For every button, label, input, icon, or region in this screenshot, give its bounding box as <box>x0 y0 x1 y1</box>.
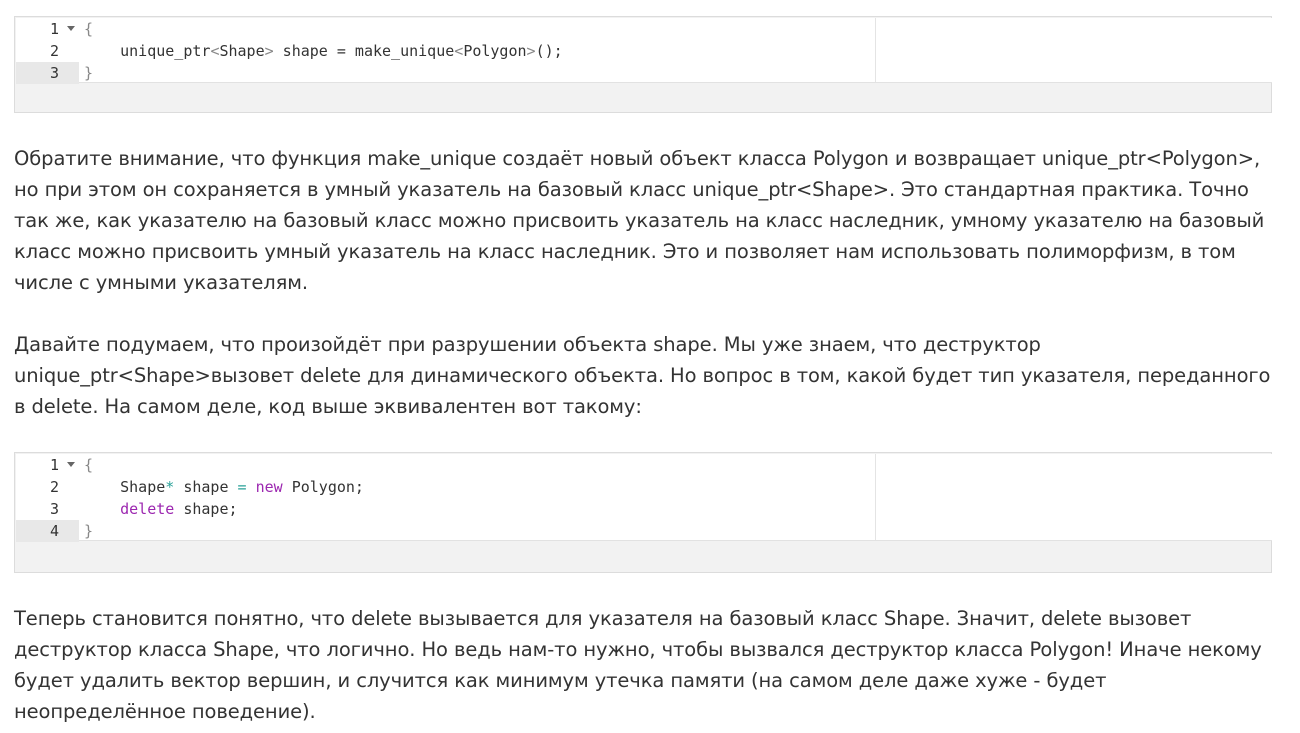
line-number: 2 <box>16 476 79 498</box>
line-number: 2 <box>16 40 79 62</box>
paragraph-polygon-destructor: Теперь становится понятно, что delete вы… <box>14 607 1262 723</box>
code-line: 1{ <box>16 454 1272 476</box>
code-text: } <box>84 62 93 84</box>
code-token: unique_ptr <box>84 42 211 60</box>
line-number: 1 <box>16 18 79 40</box>
code-text: { <box>84 454 93 476</box>
line-number: 1 <box>16 454 79 476</box>
code-text: Shape* shape = new Polygon; <box>84 476 364 498</box>
code-token: shape <box>273 42 337 60</box>
line-number-text: 2 <box>49 478 59 496</box>
line-number-text: 4 <box>49 522 59 540</box>
line-number-text: 3 <box>49 64 59 82</box>
code-token: (); <box>535 42 563 60</box>
code-line: 1{ <box>16 18 1272 40</box>
code-line: 4} <box>16 520 1272 542</box>
line-number-text: 2 <box>49 42 59 60</box>
line-number: 3 <box>16 62 79 84</box>
code-line: 2 unique_ptr<Shape> shape = make_unique<… <box>16 40 1272 62</box>
code-block-1: 1{2 unique_ptr<Shape> shape = make_uniqu… <box>14 16 1272 113</box>
code-editor-2[interactable]: 1{2 Shape* shape = new Polygon; 3 delete … <box>16 454 1272 542</box>
code-token: shape; <box>174 500 238 518</box>
code-token: Shape <box>219 42 265 60</box>
code-token: = <box>336 42 346 60</box>
fold-arrow-icon[interactable] <box>67 26 75 31</box>
line-number: 4 <box>16 520 79 542</box>
code-text: } <box>84 520 93 542</box>
code-token: = <box>237 478 247 496</box>
code-text: { <box>84 18 93 40</box>
code-editor-1[interactable]: 1{2 unique_ptr<Shape> shape = make_uniqu… <box>16 18 1272 84</box>
paragraph-make-unique: Обратите внимание, что функция make_uniq… <box>14 147 1265 294</box>
code-block-2: 1{2 Shape* shape = new Polygon; 3 delete … <box>14 452 1272 573</box>
code-token: * <box>165 478 175 496</box>
code-token: > <box>526 42 536 60</box>
line-number: 3 <box>16 498 79 520</box>
code-text: unique_ptr<Shape> shape = make_unique<Po… <box>84 40 563 62</box>
code-token: make_unique <box>345 42 455 60</box>
code-lines: 1{2 Shape* shape = new Polygon; 3 delete … <box>16 454 1272 542</box>
code-token: } <box>84 522 94 540</box>
code-token: > <box>264 42 274 60</box>
line-number-text: 3 <box>49 500 59 518</box>
code-token: Polygon; <box>282 478 364 496</box>
code-token: < <box>454 42 464 60</box>
code-text: delete shape; <box>84 498 238 520</box>
line-number-text: 1 <box>49 456 59 474</box>
code-line: 3} <box>16 62 1272 84</box>
code-token: { <box>84 456 94 474</box>
code-token: Shape <box>84 478 166 496</box>
article-page: 1{2 unique_ptr<Shape> shape = make_uniqu… <box>0 0 1300 733</box>
paragraph-shape-destruction: Давайте подумаем, что произойдёт при раз… <box>14 333 1271 418</box>
code-lines: 1{2 unique_ptr<Shape> shape = make_uniqu… <box>16 18 1272 84</box>
code-line: 3 delete shape; <box>16 498 1272 520</box>
code-token: Polygon <box>463 42 527 60</box>
code-line: 2 Shape* shape = new Polygon; <box>16 476 1272 498</box>
code-token: { <box>84 20 94 38</box>
code-token: } <box>84 64 94 82</box>
line-number-text: 1 <box>49 20 59 38</box>
code-token: new <box>255 478 283 496</box>
code-token: delete <box>120 500 175 518</box>
code-token: shape <box>174 478 238 496</box>
fold-arrow-icon[interactable] <box>67 462 75 467</box>
